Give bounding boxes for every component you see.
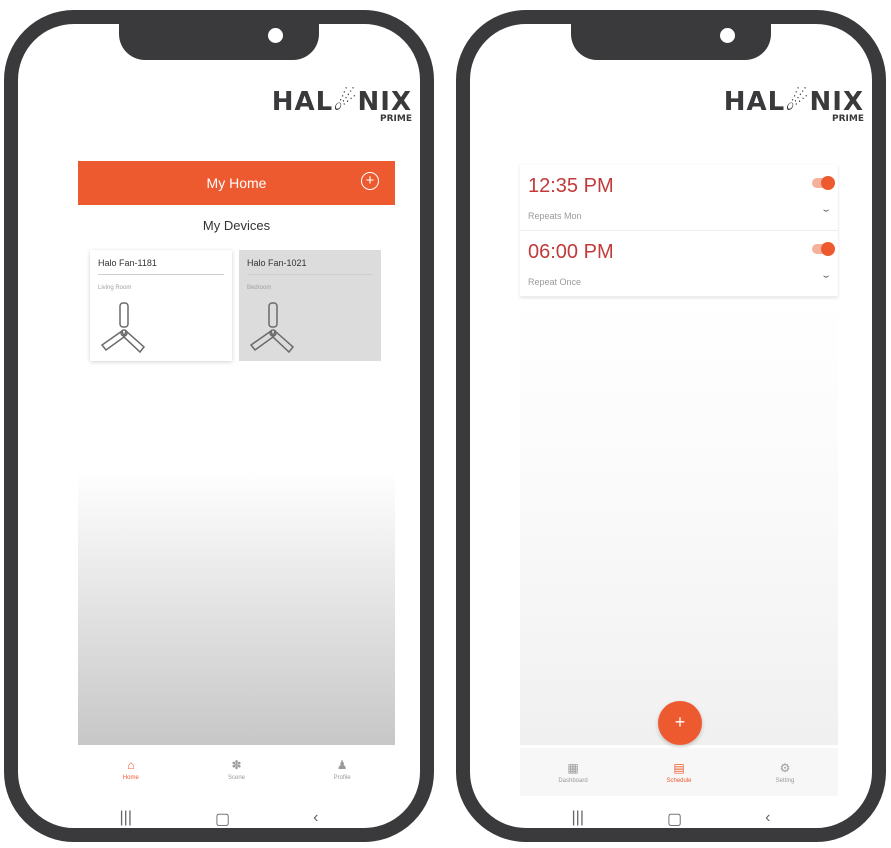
bottom-nav: ▦ Dashboard ▤ Schedule ⚙ Setting [520, 748, 838, 796]
bottom-nav: ⌂ Home ✽ Scene ♟ Profile [78, 745, 395, 793]
device-room: Living Room [98, 285, 132, 291]
recent-apps-icon[interactable]: ||| [572, 809, 584, 828]
system-nav-bar: ||| ▢ ‹ [18, 809, 420, 828]
plus-circle-icon[interactable]: + [361, 172, 379, 190]
dashboard-icon: ▦ [567, 760, 579, 775]
logo-text: HAL☄NIX [723, 87, 864, 117]
phone-notch [119, 24, 319, 60]
devices-title: My Devices [202, 218, 271, 233]
add-schedule-button[interactable]: + [658, 701, 702, 745]
nav-schedule[interactable]: ▤ Schedule [626, 748, 732, 796]
back-icon[interactable]: ‹ [765, 809, 770, 828]
schedule-toggle[interactable] [812, 176, 835, 190]
home-header: My Home + [78, 161, 395, 205]
nav-scene[interactable]: ✽ Scene [184, 745, 290, 793]
device-name: Halo Fan-1181 [98, 258, 224, 275]
phone-home-screen: HAL☄NIX PRIME My Home + My Devices Halo … [4, 10, 434, 842]
home-button-icon[interactable]: ▢ [667, 809, 682, 828]
nav-label: Dashboard [558, 777, 588, 784]
halonix-logo: HAL☄NIX PRIME [272, 88, 412, 124]
profile-icon: ♟ [336, 757, 348, 772]
nav-label: Schedule [666, 777, 692, 784]
phone-schedule-screen: HAL☄NIX PRIME 12:35 PM Repeats Mon ˇ 06:… [456, 10, 886, 842]
device-name: Halo Fan-1021 [247, 258, 373, 275]
schedule-background [520, 299, 838, 745]
toggle-knob [821, 242, 835, 256]
scene-icon: ✽ [231, 757, 242, 772]
toggle-knob [821, 176, 835, 190]
nav-label: Scene [228, 774, 246, 781]
chevron-down-icon[interactable]: ˇ [823, 273, 829, 288]
calendar-icon: ▤ [673, 760, 685, 775]
gear-icon: ⚙ [779, 760, 791, 775]
logo-text: HAL☄NIX [271, 87, 412, 117]
schedule-item[interactable]: 06:00 PM Repeat Once ˇ [520, 231, 838, 297]
device-card[interactable]: Halo Fan-1181 Living Room [90, 250, 232, 361]
home-title[interactable]: My Home [207, 175, 267, 191]
schedule-repeat: Repeat Once [528, 277, 582, 287]
phone-notch [571, 24, 771, 60]
schedule-list: 12:35 PM Repeats Mon ˇ 06:00 PM Repeat O… [520, 165, 838, 297]
camera-icon [268, 28, 283, 43]
nav-home[interactable]: ⌂ Home [78, 745, 184, 793]
recent-apps-icon[interactable]: ||| [120, 809, 132, 828]
nav-label: Home [122, 774, 139, 781]
camera-icon [720, 28, 735, 43]
schedule-repeat: Repeats Mon [528, 211, 582, 221]
ceiling-fan-icon [100, 302, 146, 354]
home-icon: ⌂ [127, 757, 135, 772]
halonix-logo: HAL☄NIX PRIME [724, 88, 864, 124]
nav-label: Setting [775, 777, 795, 784]
nav-profile[interactable]: ♟ Profile [289, 745, 395, 793]
device-card[interactable]: Halo Fan-1021 Bedroom [239, 250, 381, 361]
home-button-icon[interactable]: ▢ [215, 809, 230, 828]
back-icon[interactable]: ‹ [313, 809, 318, 828]
schedule-item[interactable]: 12:35 PM Repeats Mon ˇ [520, 165, 838, 231]
schedule-time: 06:00 PM [528, 241, 614, 263]
device-room: Bedroom [247, 285, 272, 291]
ceiling-fan-icon [249, 302, 295, 354]
schedule-toggle[interactable] [812, 242, 835, 256]
devices-panel: My Devices Halo Fan-1181 Living Room Hal… [78, 205, 395, 745]
nav-label: Profile [333, 774, 351, 781]
chevron-down-icon[interactable]: ˇ [823, 207, 829, 222]
nav-dashboard[interactable]: ▦ Dashboard [520, 748, 626, 796]
nav-setting[interactable]: ⚙ Setting [732, 748, 838, 796]
system-nav-bar: ||| ▢ ‹ [470, 809, 872, 828]
schedule-time: 12:35 PM [528, 175, 614, 197]
